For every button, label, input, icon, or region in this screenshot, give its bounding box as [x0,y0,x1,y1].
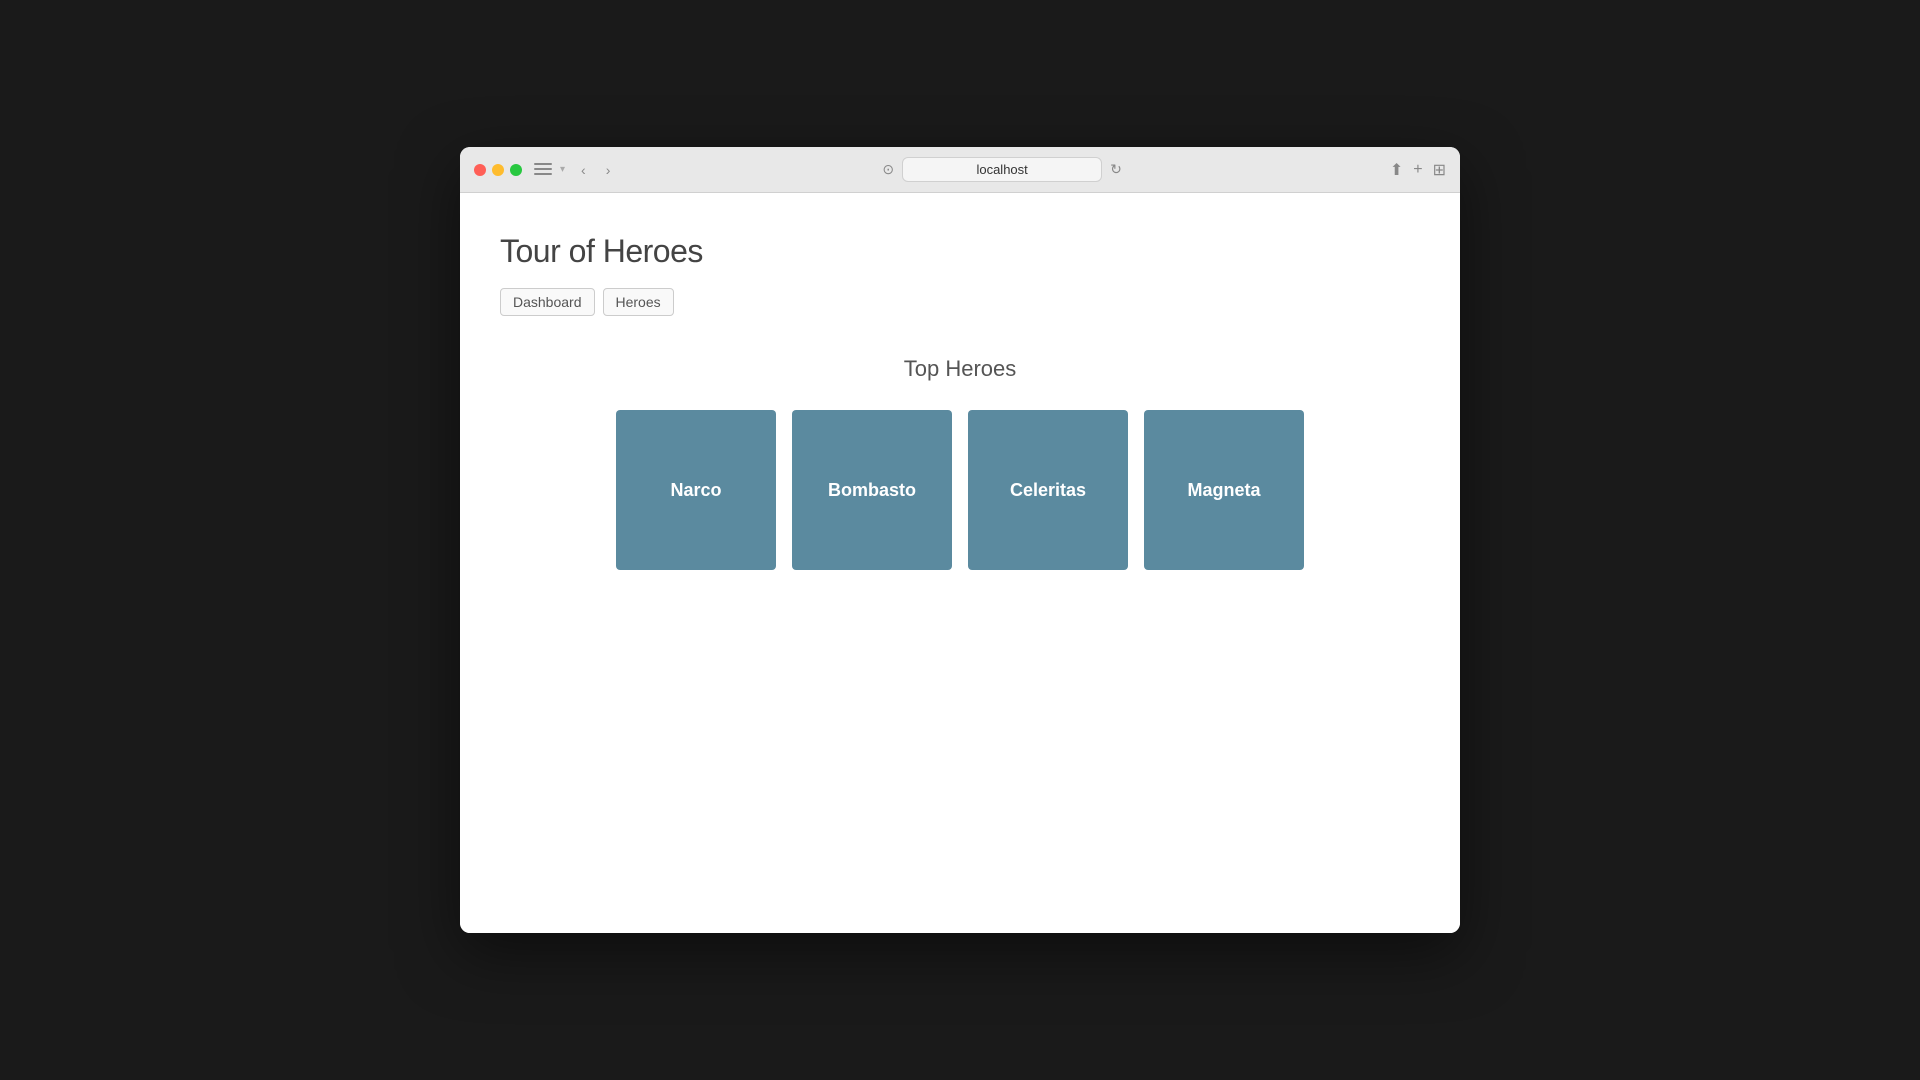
nav-link-dashboard[interactable]: Dashboard [500,288,595,316]
forward-button[interactable]: › [602,160,615,180]
new-tab-button[interactable]: + [1413,161,1422,179]
fullscreen-button[interactable] [510,164,522,176]
hero-card-narco[interactable]: Narco [616,410,776,570]
nav-links: Dashboard Heroes [500,288,1420,316]
nav-link-heroes[interactable]: Heroes [603,288,674,316]
back-button[interactable]: ‹ [577,160,590,180]
hero-card-magneta[interactable]: Magneta [1144,410,1304,570]
chevron-down-icon: ▾ [560,164,565,175]
hero-name-narco: Narco [670,480,721,501]
close-button[interactable] [474,164,486,176]
hero-name-celeritas: Celeritas [1010,480,1086,501]
section-title: Top Heroes [500,356,1420,382]
browser-controls: ▾ [534,163,565,177]
share-button[interactable]: ⬆ [1390,160,1403,180]
hero-card-celeritas[interactable]: Celeritas [968,410,1128,570]
reload-button[interactable]: ↻ [1110,161,1122,178]
hero-name-magneta: Magneta [1187,480,1260,501]
traffic-lights [474,164,522,176]
address-bar-area: ⊙ localhost ↻ [626,157,1377,182]
browser-window: ▾ ‹ › ⊙ localhost ↻ ⬆ + ⊞ Tour of Heroes… [460,147,1460,933]
sidebar-toggle-button[interactable] [534,163,552,177]
grid-view-button[interactable]: ⊞ [1433,160,1446,180]
address-bar[interactable]: localhost [902,157,1102,182]
browser-actions: ⬆ + ⊞ [1390,160,1446,180]
app-title: Tour of Heroes [500,233,1420,270]
heroes-grid: Narco Bombasto Celeritas Magneta [500,410,1420,570]
minimize-button[interactable] [492,164,504,176]
hero-name-bombasto: Bombasto [828,480,916,501]
browser-chrome: ▾ ‹ › ⊙ localhost ↻ ⬆ + ⊞ [460,147,1460,193]
privacy-icon: ⊙ [882,161,894,178]
browser-content: Tour of Heroes Dashboard Heroes Top Hero… [460,193,1460,933]
hero-card-bombasto[interactable]: Bombasto [792,410,952,570]
